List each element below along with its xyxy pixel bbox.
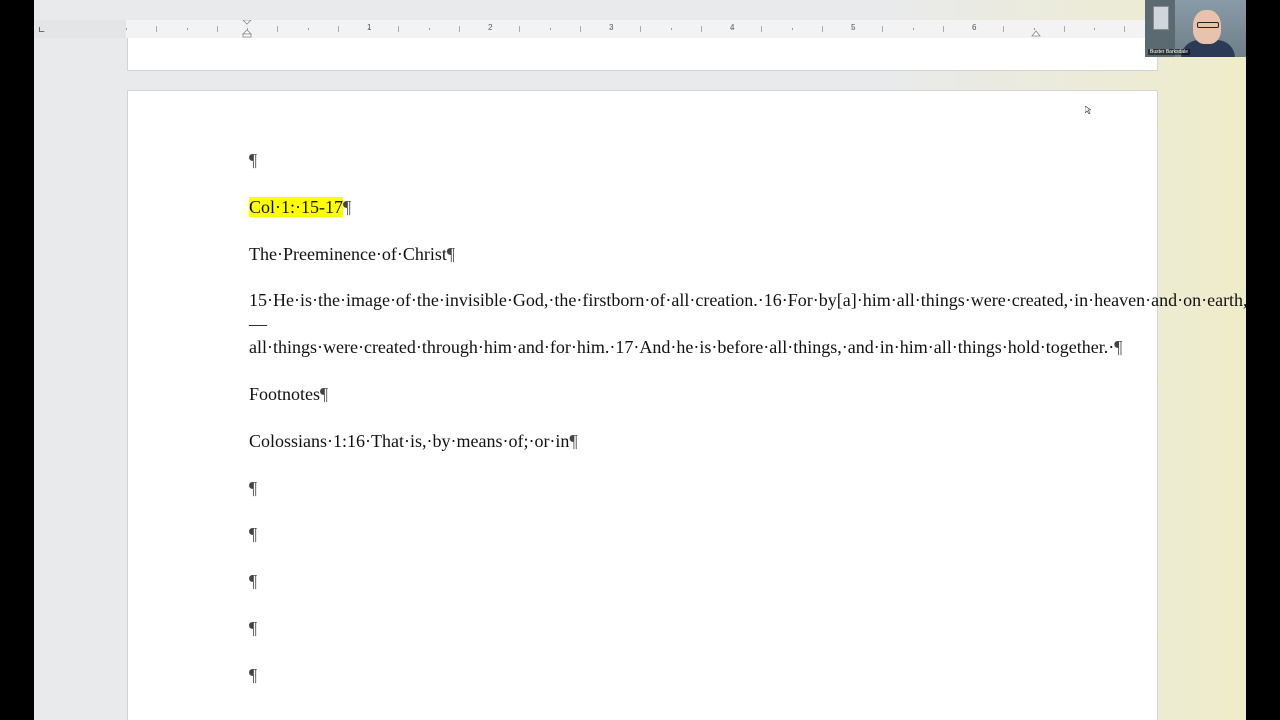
ruler-tick <box>821 26 823 32</box>
paragraph-spacing <box>249 594 1049 617</box>
ruler-tick <box>670 28 672 30</box>
pilcrow-mark: ¶ <box>343 196 352 217</box>
document-paragraph[interactable]: The·Preeminence·of·Christ¶ <box>249 243 1049 266</box>
document-workspace[interactable]: ∟ 1 2 3 4 5 6 ¶ Col·1:·15-17¶ The·Preemine… <box>34 0 1246 720</box>
pilcrow-mark: ¶ <box>1114 337 1123 358</box>
paragraph-spacing <box>249 266 1049 289</box>
paragraph-spacing <box>249 406 1049 429</box>
right-letterbox <box>1246 0 1280 720</box>
document-paragraph[interactable]: ¶ <box>249 570 1049 593</box>
document-paragraph[interactable]: Colossians·1:16·That·is,·by·means·of;·or… <box>249 430 1049 453</box>
ruler-tick <box>489 28 490 30</box>
paragraph-text: The·Preeminence·of·Christ <box>249 243 447 264</box>
paragraph-spacing <box>249 640 1049 663</box>
ruler-tick <box>1124 26 1126 32</box>
paragraph-text: 15·He·is·the·image·of·the·invisible·God,… <box>249 290 1246 358</box>
ruler-tick <box>186 28 188 30</box>
tab-stop-selector-icon[interactable]: ∟ <box>38 27 46 36</box>
ruler-tick <box>882 26 884 32</box>
paragraph-text: Colossians·1:16·That·is,·by·means·of;·or… <box>249 430 570 451</box>
ruler-tick <box>126 28 127 30</box>
document-paragraph[interactable]: Footnotes¶ <box>249 383 1049 406</box>
paragraph-spacing <box>249 360 1049 383</box>
webcam-overlay: Buster Barksdale <box>1145 0 1246 57</box>
paragraph-spacing <box>249 172 1049 195</box>
previous-page-bottom <box>127 38 1158 71</box>
mouse-pointer-icon <box>1085 106 1091 114</box>
ruler-tick <box>307 28 309 30</box>
right-indent-icon[interactable] <box>1031 26 1041 38</box>
document-page[interactable]: ¶ Col·1:·15-17¶ The·Preeminence·of·Christ¶… <box>127 90 1246 720</box>
ruler-tick <box>852 28 853 30</box>
pilcrow-mark: ¶ <box>249 524 258 545</box>
ruler-tick <box>700 26 702 32</box>
ruler-tick <box>1094 28 1095 30</box>
pilcrow-mark: ¶ <box>569 430 578 451</box>
document-paragraph[interactable]: Col·1:·15-17¶ <box>249 196 1049 219</box>
document-paragraph[interactable]: ¶ <box>249 617 1049 640</box>
pilcrow-mark: ¶ <box>249 150 258 170</box>
document-body[interactable]: ¶ Col·1:·15-17¶ The·Preeminence·of·Christ¶… <box>249 149 1246 687</box>
ruler-tick <box>610 28 611 30</box>
ruler-tick <box>216 26 218 32</box>
ruler-tick <box>337 26 339 32</box>
ruler-tick <box>458 26 460 32</box>
ruler-tick <box>1003 26 1005 32</box>
ruler-tick <box>549 28 551 30</box>
pilcrow-mark: ¶ <box>446 243 456 264</box>
ruler-tick <box>428 28 430 30</box>
pilcrow-mark: ¶ <box>249 571 258 592</box>
pilcrow-mark: ¶ <box>249 477 258 498</box>
ruler-tick <box>791 28 793 30</box>
document-paragraph[interactable]: 15·He·is·the·image·of·the·invisible·God,… <box>249 289 1246 359</box>
document-paragraph[interactable]: ¶ <box>249 149 1049 172</box>
pilcrow-mark: ¶ <box>320 384 329 404</box>
left-letterbox <box>0 0 34 720</box>
ruler-tick <box>277 26 279 32</box>
ruler-tick <box>1063 26 1065 32</box>
webcam-background-object <box>1153 6 1169 30</box>
webcam-person-glasses <box>1197 22 1219 28</box>
ruler-tick <box>731 28 732 30</box>
webcam-name-label: Buster Barksdale <box>1148 49 1191 55</box>
document-paragraph[interactable]: ¶ <box>249 477 1049 500</box>
ruler-tick <box>156 26 158 32</box>
pilcrow-mark: ¶ <box>249 617 258 638</box>
document-paragraph[interactable]: ¶ <box>249 664 1049 687</box>
ruler-tick <box>398 26 400 32</box>
paragraph-spacing <box>249 219 1049 242</box>
paragraph-spacing <box>249 547 1049 570</box>
paragraph-spacing <box>249 500 1049 523</box>
ruler-tick <box>247 28 248 30</box>
document-paragraph[interactable]: ¶ <box>249 523 1049 546</box>
paragraph-text: Footnotes <box>249 384 321 404</box>
ruler-tick <box>519 26 521 32</box>
ruler-tick <box>368 28 369 30</box>
pilcrow-mark: ¶ <box>249 664 258 685</box>
horizontal-ruler[interactable]: ∟ 1 2 3 4 5 6 <box>34 20 1246 38</box>
highlighted-text: Col·1:·15-17 <box>249 196 343 217</box>
ruler-tick <box>1033 28 1035 30</box>
ruler-tick <box>973 28 974 30</box>
ruler-tick <box>942 26 944 32</box>
ruler-tick <box>761 26 763 32</box>
ruler-tick <box>579 26 581 32</box>
ruler-tick <box>912 28 914 30</box>
paragraph-spacing <box>249 453 1049 476</box>
ruler-tick <box>640 26 642 32</box>
